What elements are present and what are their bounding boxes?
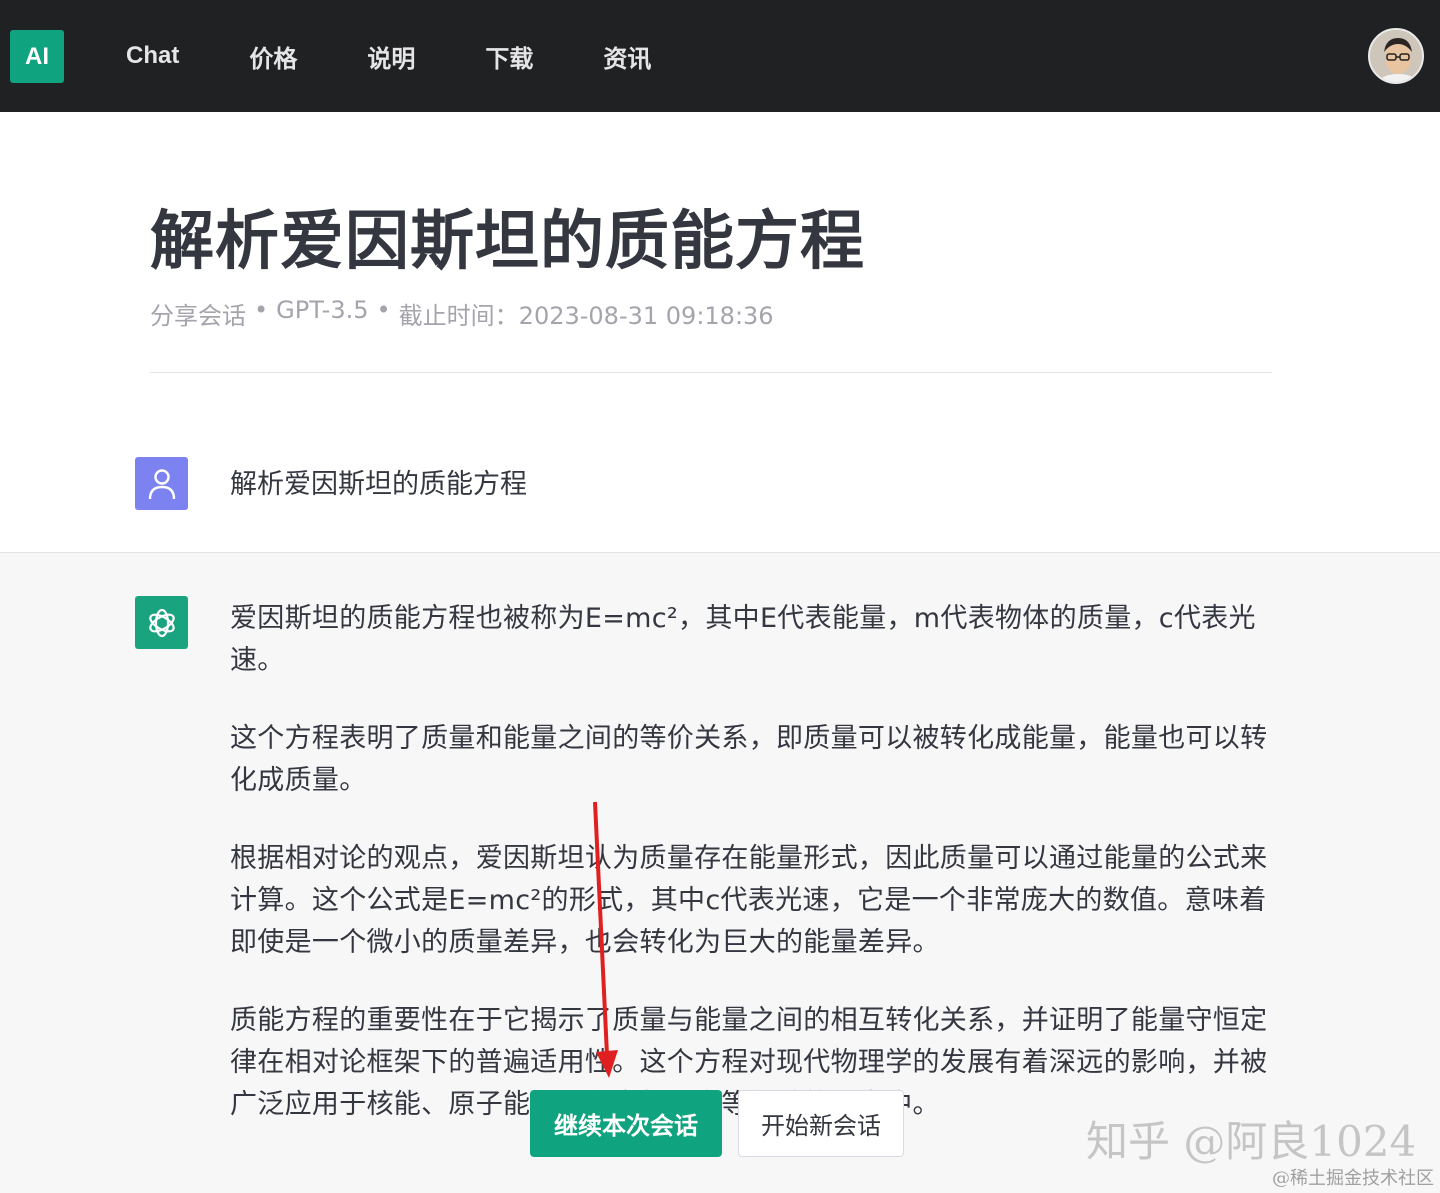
new-conversation-button[interactable]: 开始新会话 [738, 1090, 904, 1157]
conversation-meta: 分享会话 • GPT-3.5 • 截止时间：2023-08-31 09:18:3… [150, 296, 774, 331]
meta-separator: • [254, 296, 269, 324]
deadline-label: 截止时间：2023-08-31 09:18:36 [399, 296, 774, 331]
meta-separator: • [376, 296, 391, 324]
user-message-row: 解析爱因斯坦的质能方程 [0, 412, 1440, 553]
divider [150, 372, 1272, 373]
nav-item-download[interactable]: 下载 [485, 39, 533, 74]
watermark: 知乎 @阿良1024 [1086, 1117, 1417, 1166]
top-navbar: AI Chat 价格 说明 下载 资讯 [0, 0, 1440, 112]
nav-item-news[interactable]: 资讯 [603, 39, 651, 74]
assistant-message: 爱因斯坦的质能方程也被称为E=mc²，其中E代表能量，m代表物体的质量，c代表光… [230, 598, 1290, 1162]
assistant-paragraph: 这个方程表明了质量和能量之间的等价关系，即质量可以被转化成能量，能量也可以转化成… [230, 723, 1268, 796]
main-nav: Chat 价格 说明 下载 资讯 [126, 0, 721, 112]
user-avatar[interactable] [1368, 28, 1424, 84]
continue-conversation-button[interactable]: 继续本次会话 [530, 1090, 722, 1157]
page-title: 解析爱因斯坦的质能方程 [150, 205, 865, 279]
user-avatar-photo [1370, 30, 1422, 82]
user-message: 解析爱因斯坦的质能方程 [230, 469, 527, 500]
deadline-label-text: 截止时间： [398, 302, 519, 330]
logo[interactable]: AI [10, 30, 64, 83]
nav-item-chat[interactable]: Chat [126, 42, 179, 70]
nav-item-pricing[interactable]: 价格 [249, 39, 297, 74]
assistant-paragraph: 爱因斯坦的质能方程也被称为E=mc²，其中E代表能量，m代表物体的质量，c代表光… [230, 603, 1256, 676]
share-label: 分享会话 [150, 302, 246, 330]
nav-item-docs[interactable]: 说明 [367, 39, 415, 74]
user-icon [135, 457, 188, 510]
watermark-sub: @稀土掘金技术社区 [1272, 1168, 1434, 1189]
openai-icon [135, 596, 188, 649]
assistant-paragraph: 根据相对论的观点，爱因斯坦认为质量存在能量形式，因此质量可以通过能量的公式来计算… [230, 843, 1268, 958]
deadline-value: 2023-08-31 09:18:36 [518, 302, 774, 330]
model-label: GPT-3.5 [276, 296, 369, 324]
